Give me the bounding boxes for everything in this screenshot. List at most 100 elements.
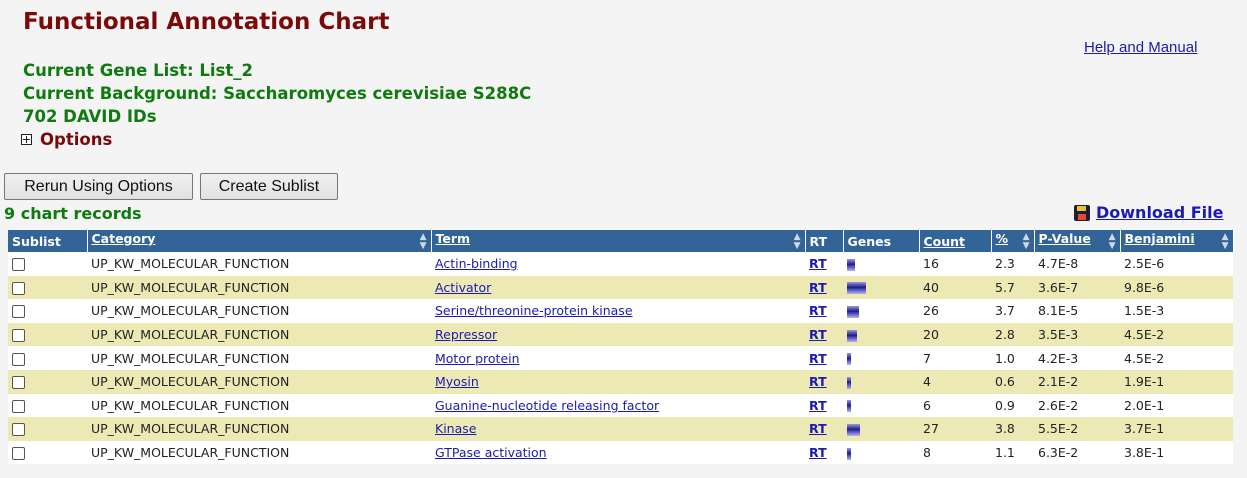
header-count[interactable]: Count bbox=[919, 230, 992, 252]
sublist-checkbox[interactable] bbox=[12, 447, 25, 461]
cell-percent: 0.6 bbox=[991, 369, 1034, 394]
cell-sublist bbox=[8, 346, 87, 370]
sort-arrows-icon[interactable]: ▲ ▼ bbox=[1023, 233, 1030, 251]
table-row: UP_KW_MOLECULAR_FUNCTION Serine/threonine… bbox=[8, 299, 1233, 323]
rerun-options-button[interactable]: Rerun Using Options bbox=[4, 173, 193, 200]
genes-bar[interactable] bbox=[847, 329, 857, 342]
sublist-checkbox[interactable] bbox=[12, 281, 25, 295]
sublist-checkbox[interactable] bbox=[12, 352, 25, 366]
header-percent[interactable]: % ▲ ▼ bbox=[991, 230, 1035, 252]
header-percent-label[interactable]: % bbox=[996, 231, 1009, 246]
cell-category: UP_KW_MOLECULAR_FUNCTION bbox=[87, 346, 431, 370]
help-manual-link[interactable]: Help and Manual bbox=[1084, 39, 1197, 56]
cell-percent: 0.9 bbox=[991, 393, 1034, 418]
genes-bar[interactable] bbox=[847, 447, 851, 460]
header-term-label[interactable]: Term bbox=[436, 231, 471, 246]
rt-link[interactable]: RT bbox=[809, 280, 827, 295]
expand-plus-icon[interactable] bbox=[21, 134, 32, 145]
cell-sublist bbox=[8, 275, 87, 300]
rt-link[interactable]: RT bbox=[809, 327, 827, 342]
term-link[interactable]: Myosin bbox=[435, 374, 479, 389]
genes-bar[interactable] bbox=[847, 353, 851, 366]
cell-term: Kinase bbox=[431, 417, 805, 441]
cell-count: 20 bbox=[919, 322, 991, 347]
sublist-checkbox[interactable] bbox=[12, 376, 25, 390]
page-bottom bbox=[0, 464, 1247, 478]
cell-percent: 2.8 bbox=[991, 322, 1034, 347]
cell-pvalue: 6.3E-2 bbox=[1034, 440, 1120, 465]
term-link[interactable]: GTPase activation bbox=[435, 445, 547, 460]
cell-term: Activator bbox=[431, 275, 805, 300]
genes-bar[interactable] bbox=[847, 423, 860, 436]
genes-bar[interactable] bbox=[847, 376, 851, 389]
cell-pvalue: 8.1E-5 bbox=[1034, 299, 1120, 323]
cell-category: UP_KW_MOLECULAR_FUNCTION bbox=[87, 440, 431, 465]
header-benjamini-label[interactable]: Benjamini bbox=[1125, 231, 1195, 246]
term-link[interactable]: Motor protein bbox=[435, 351, 520, 366]
rt-link[interactable]: RT bbox=[809, 374, 827, 389]
rt-link[interactable]: RT bbox=[809, 398, 827, 413]
cell-genes bbox=[843, 299, 919, 323]
cell-benjamini: 9.8E-6 bbox=[1120, 275, 1233, 300]
sort-arrows-icon[interactable]: ▲ ▼ bbox=[794, 233, 801, 251]
rt-link[interactable]: RT bbox=[809, 445, 827, 460]
cell-rt: RT bbox=[805, 275, 843, 300]
term-link[interactable]: Activator bbox=[435, 280, 491, 295]
cell-rt: RT bbox=[805, 299, 843, 323]
term-link[interactable]: Serine/threonine-protein kinase bbox=[435, 303, 633, 318]
rt-link[interactable]: RT bbox=[809, 351, 827, 366]
rt-link[interactable]: RT bbox=[809, 303, 827, 318]
genes-bar[interactable] bbox=[847, 258, 855, 271]
term-link[interactable]: Guanine-nucleotide releasing factor bbox=[435, 398, 659, 413]
cell-rt: RT bbox=[805, 417, 843, 441]
sort-arrows-icon[interactable]: ▲ ▼ bbox=[420, 233, 427, 251]
cell-percent: 1.1 bbox=[991, 440, 1034, 465]
rt-link[interactable]: RT bbox=[809, 256, 827, 271]
header-pvalue-label[interactable]: P-Value bbox=[1039, 231, 1091, 246]
table-row: UP_KW_MOLECULAR_FUNCTION Activator RT 40 5.7… bbox=[8, 275, 1233, 300]
header-count-label[interactable]: Count bbox=[924, 234, 966, 249]
sublist-checkbox[interactable] bbox=[12, 399, 25, 413]
genes-bar[interactable] bbox=[847, 282, 866, 295]
cell-benjamini: 2.5E-6 bbox=[1120, 252, 1233, 276]
cell-genes bbox=[843, 417, 919, 441]
sublist-checkbox[interactable] bbox=[12, 258, 25, 272]
cell-term: Motor protein bbox=[431, 346, 805, 370]
sublist-checkbox[interactable] bbox=[12, 305, 25, 319]
cell-rt: RT bbox=[805, 440, 843, 465]
options-toggle[interactable]: Options bbox=[21, 130, 112, 149]
cell-benjamini: 4.5E-2 bbox=[1120, 322, 1233, 347]
download-file-link[interactable]: Download File bbox=[1074, 203, 1224, 222]
table-row: UP_KW_MOLECULAR_FUNCTION Myosin RT 4 0.6 2.1E… bbox=[8, 369, 1233, 394]
rt-link[interactable]: RT bbox=[809, 421, 827, 436]
cell-term: GTPase activation bbox=[431, 440, 805, 465]
genes-bar[interactable] bbox=[847, 305, 859, 318]
download-file-label[interactable]: Download File bbox=[1096, 203, 1224, 222]
cell-count: 16 bbox=[919, 252, 991, 276]
cell-pvalue: 3.5E-3 bbox=[1034, 322, 1120, 347]
cell-term: Guanine-nucleotide releasing factor bbox=[431, 393, 805, 418]
cell-term: Myosin bbox=[431, 369, 805, 394]
header-term[interactable]: Term ▲ ▼ bbox=[431, 230, 806, 252]
term-link[interactable]: Repressor bbox=[435, 327, 497, 342]
sublist-checkbox[interactable] bbox=[12, 423, 25, 437]
term-link[interactable]: Actin-binding bbox=[435, 256, 518, 271]
header-pvalue[interactable]: P-Value ▲ ▼ bbox=[1034, 230, 1121, 252]
header-category-label[interactable]: Category bbox=[92, 231, 156, 246]
term-link[interactable]: Kinase bbox=[435, 421, 476, 436]
cell-rt: RT bbox=[805, 252, 843, 276]
cell-category: UP_KW_MOLECULAR_FUNCTION bbox=[87, 252, 431, 276]
cell-rt: RT bbox=[805, 393, 843, 418]
create-sublist-button[interactable]: Create Sublist bbox=[200, 173, 338, 200]
genes-bar[interactable] bbox=[847, 400, 851, 413]
sort-arrows-icon[interactable]: ▲ ▼ bbox=[1109, 233, 1116, 251]
annotation-table: Sublist Category ▲ ▼ Term ▲ ▼ RT Genes Count… bbox=[8, 230, 1234, 465]
cell-genes bbox=[843, 275, 919, 300]
header-benjamini[interactable]: Benjamini ▲ ▼ bbox=[1120, 230, 1234, 252]
cell-percent: 2.3 bbox=[991, 252, 1034, 276]
header-genes: Genes bbox=[843, 230, 920, 252]
sublist-checkbox[interactable] bbox=[12, 329, 25, 343]
cell-pvalue: 4.2E-3 bbox=[1034, 346, 1120, 370]
header-category[interactable]: Category ▲ ▼ bbox=[87, 230, 432, 252]
sort-arrows-icon[interactable]: ▲ ▼ bbox=[1222, 233, 1229, 251]
